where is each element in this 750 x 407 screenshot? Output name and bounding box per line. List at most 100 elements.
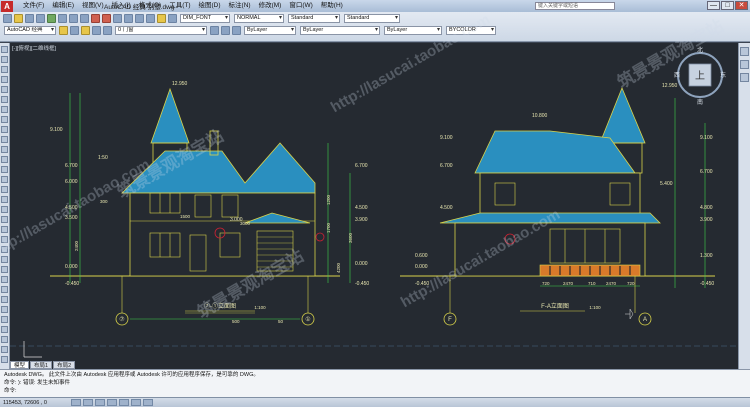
undo-icon[interactable] bbox=[91, 14, 100, 23]
menu-item-1[interactable]: 编辑(E) bbox=[48, 0, 78, 12]
gear-icon[interactable] bbox=[59, 26, 68, 35]
extend-icon[interactable] bbox=[1, 246, 8, 253]
ortho-toggle[interactable] bbox=[95, 399, 105, 406]
multileader-style-select[interactable]: Standard bbox=[344, 14, 400, 23]
viewcube-east[interactable]: 东 bbox=[720, 71, 726, 79]
erase-icon[interactable] bbox=[1, 356, 8, 363]
search-input[interactable]: 键入关键字或短语 bbox=[535, 2, 615, 10]
explode-icon[interactable] bbox=[1, 266, 8, 273]
scale-icon[interactable] bbox=[1, 316, 8, 323]
dim-style-select[interactable]: NORMAL bbox=[234, 14, 284, 23]
match-layer-icon[interactable] bbox=[232, 26, 241, 35]
polyline-icon[interactable] bbox=[1, 56, 8, 63]
maximize-button[interactable]: □ bbox=[721, 1, 734, 10]
viewcube-south[interactable]: 南 bbox=[697, 98, 703, 106]
app-logo-icon[interactable]: A bbox=[1, 0, 13, 12]
otrack-toggle[interactable] bbox=[131, 399, 141, 406]
open-file-icon[interactable] bbox=[14, 14, 23, 23]
paste-icon[interactable] bbox=[80, 14, 89, 23]
tab-layout2[interactable]: 布局2 bbox=[53, 361, 76, 369]
mirror-icon[interactable] bbox=[1, 286, 8, 293]
table-style-select[interactable]: Standard bbox=[288, 14, 340, 23]
cut-icon[interactable] bbox=[58, 14, 67, 23]
make-current-icon[interactable] bbox=[221, 26, 230, 35]
properties-icon[interactable] bbox=[135, 14, 144, 23]
zoom-nav-icon[interactable] bbox=[740, 60, 749, 69]
pan-icon[interactable] bbox=[113, 14, 122, 23]
close-button[interactable]: ✕ bbox=[735, 1, 748, 10]
layer-manager-icon[interactable] bbox=[70, 26, 79, 35]
line-icon[interactable] bbox=[1, 46, 8, 53]
copy-icon[interactable] bbox=[1, 276, 8, 283]
viewcube-north[interactable]: 北 bbox=[697, 46, 703, 54]
menu-item-6[interactable]: 绘图(D) bbox=[195, 0, 225, 12]
make-block-icon[interactable] bbox=[1, 146, 8, 153]
preview-icon[interactable] bbox=[47, 14, 56, 23]
break-icon[interactable] bbox=[1, 336, 8, 343]
polygon-icon[interactable] bbox=[1, 66, 8, 73]
insert-block-icon[interactable] bbox=[1, 136, 8, 143]
orbit-nav-icon[interactable] bbox=[740, 73, 749, 82]
save-icon[interactable] bbox=[25, 14, 34, 23]
copy-icon[interactable] bbox=[69, 14, 78, 23]
redo-icon[interactable] bbox=[102, 14, 111, 23]
chamfer-icon[interactable] bbox=[1, 346, 8, 353]
ellipse-icon[interactable] bbox=[1, 126, 8, 133]
offset-icon[interactable] bbox=[1, 296, 8, 303]
spline-icon[interactable] bbox=[1, 116, 8, 123]
zoom-icon[interactable] bbox=[124, 14, 133, 23]
text-style-select[interactable]: DIM_FONT bbox=[180, 14, 230, 23]
tab-layout1[interactable]: 布局1 bbox=[30, 361, 53, 369]
fillet-icon[interactable] bbox=[1, 256, 8, 263]
table-icon[interactable] bbox=[1, 196, 8, 203]
lightbulb-icon[interactable] bbox=[81, 26, 90, 35]
osnap-toggle[interactable] bbox=[119, 399, 129, 406]
circle-icon[interactable] bbox=[1, 96, 8, 103]
array-icon[interactable] bbox=[1, 306, 8, 313]
region-icon[interactable] bbox=[1, 186, 8, 193]
workspace-select[interactable]: AutoCAD 经典 bbox=[4, 26, 56, 35]
hatch-icon[interactable] bbox=[1, 166, 8, 173]
menu-item-10[interactable]: 帮助(H) bbox=[317, 0, 347, 12]
new-file-icon[interactable] bbox=[3, 14, 12, 23]
tool-palette-icon[interactable] bbox=[157, 14, 166, 23]
viewport-label[interactable]: [-][俯视][二维线框] bbox=[12, 44, 56, 52]
viewcube-west[interactable]: 西 bbox=[674, 72, 680, 79]
design-center-icon[interactable] bbox=[146, 14, 155, 23]
command-prompt[interactable]: 命令: bbox=[4, 387, 746, 395]
polar-toggle[interactable] bbox=[107, 399, 117, 406]
menu-item-8[interactable]: 修改(M) bbox=[255, 0, 286, 12]
layer-previous-icon[interactable] bbox=[210, 26, 219, 35]
viewcube-top[interactable]: 上 bbox=[695, 70, 705, 82]
color-select[interactable]: ByLayer bbox=[244, 26, 296, 35]
lineweight-toggle[interactable] bbox=[143, 399, 153, 406]
minimize-button[interactable]: — bbox=[707, 1, 720, 10]
command-line[interactable]: Autodesk DWG。 此文件上次由 Autodesk 应用程序或 Auto… bbox=[0, 369, 750, 397]
pan-nav-icon[interactable] bbox=[740, 47, 749, 56]
lineweight-select[interactable]: ByLayer bbox=[384, 26, 442, 35]
point-icon[interactable] bbox=[1, 156, 8, 163]
menu-item-0[interactable]: 文件(F) bbox=[19, 0, 48, 12]
arc-icon[interactable] bbox=[1, 86, 8, 93]
tab-model[interactable]: 模型 bbox=[10, 361, 30, 369]
linetype-select[interactable]: ByLayer bbox=[300, 26, 380, 35]
grid-toggle[interactable] bbox=[83, 399, 93, 406]
lock-icon[interactable] bbox=[103, 26, 112, 35]
menu-item-9[interactable]: 窗口(W) bbox=[285, 0, 316, 12]
gradient-icon[interactable] bbox=[1, 176, 8, 183]
print-icon[interactable] bbox=[36, 14, 45, 23]
rectangle-icon[interactable] bbox=[1, 76, 8, 83]
mtext-icon[interactable] bbox=[1, 206, 8, 213]
viewcube[interactable]: 上 北 南 西 东 bbox=[674, 46, 726, 106]
menu-item-7[interactable]: 标注(N) bbox=[225, 0, 255, 12]
revcloud-icon[interactable] bbox=[1, 106, 8, 113]
layer-select[interactable]: 0 门窗 bbox=[115, 26, 207, 35]
drawing-canvas[interactable]: [-][俯视][二维线框] 12.950 9.100 6.700 6.000 4… bbox=[10, 43, 738, 369]
sun-icon[interactable] bbox=[92, 26, 101, 35]
snap-toggle[interactable] bbox=[71, 399, 81, 406]
trim-icon[interactable] bbox=[1, 236, 8, 243]
rotate-icon[interactable] bbox=[1, 226, 8, 233]
plot-style-select[interactable]: BYCOLOR bbox=[446, 26, 496, 35]
help-icon[interactable] bbox=[168, 14, 177, 23]
stretch-icon[interactable] bbox=[1, 326, 8, 333]
